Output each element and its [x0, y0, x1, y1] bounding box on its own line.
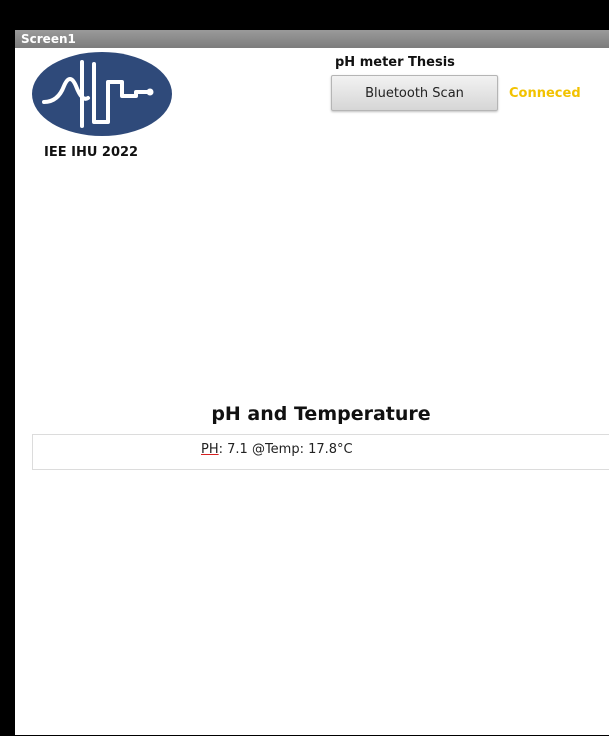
- reading-panel: PH: 7.1 @Temp: 17.8°C: [32, 434, 609, 470]
- logo-caption: IEE IHU 2022: [44, 145, 139, 160]
- connection-status: Conneced: [509, 86, 581, 101]
- device-frame: Screen1 IEE IHU 2022 pH meter Thesis Blu…: [0, 0, 609, 736]
- title-bar: Screen1: [15, 30, 609, 48]
- app-screen: Screen1 IEE IHU 2022 pH meter Thesis Blu…: [15, 30, 609, 735]
- ph-label: PH: [201, 442, 219, 457]
- app-heading: pH meter Thesis: [335, 55, 455, 70]
- reading-text: PH: 7.1 @Temp: 17.8°C: [201, 442, 353, 457]
- readings-title: pH and Temperature: [211, 403, 431, 425]
- ph-temperature-value: : 7.1 @Temp: 17.8°C: [218, 442, 353, 457]
- bluetooth-scan-button[interactable]: Bluetooth Scan: [331, 75, 498, 111]
- waveform-circuit-logo-icon: [32, 52, 172, 136]
- screen-title: Screen1: [21, 32, 76, 46]
- app-logo: [32, 52, 172, 136]
